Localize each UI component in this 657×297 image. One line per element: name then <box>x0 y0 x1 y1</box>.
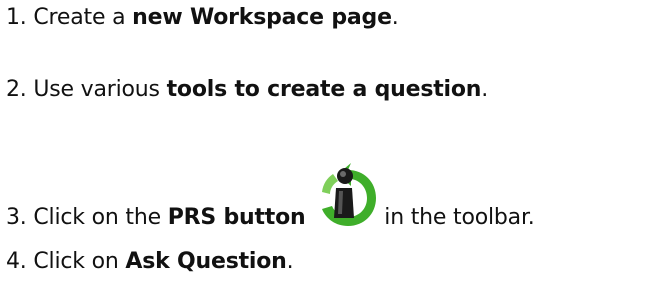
step-emphasis: PRS button <box>167 205 306 230</box>
step-2: 2. Use various tools to create a questio… <box>6 76 488 104</box>
step-4: 4. Click on Ask Question. <box>6 248 294 276</box>
step-text-after-icon: in the toolbar. <box>384 205 535 230</box>
prs-info-icon <box>314 162 378 228</box>
step-punctuation: . <box>286 249 294 274</box>
step-number: 3. <box>6 205 27 230</box>
step-punctuation: . <box>391 5 399 30</box>
step-text: Click on <box>33 249 126 274</box>
step-emphasis: new Workspace page <box>132 5 392 30</box>
step-emphasis: Ask Question <box>125 249 287 274</box>
step-number: 1. <box>6 5 27 30</box>
step-text: Use various <box>33 77 167 102</box>
step-number: 4. <box>6 249 27 274</box>
step-text: Create a <box>33 5 133 30</box>
step-3: 3. Click on the PRS button in the toolba… <box>6 163 535 236</box>
step-text: Click on the <box>33 205 168 230</box>
step-number: 2. <box>6 77 27 102</box>
step-punctuation: . <box>481 77 489 102</box>
step-1: 1. Create a new Workspace page. <box>6 4 399 32</box>
step-emphasis: tools to create a question <box>166 77 482 102</box>
